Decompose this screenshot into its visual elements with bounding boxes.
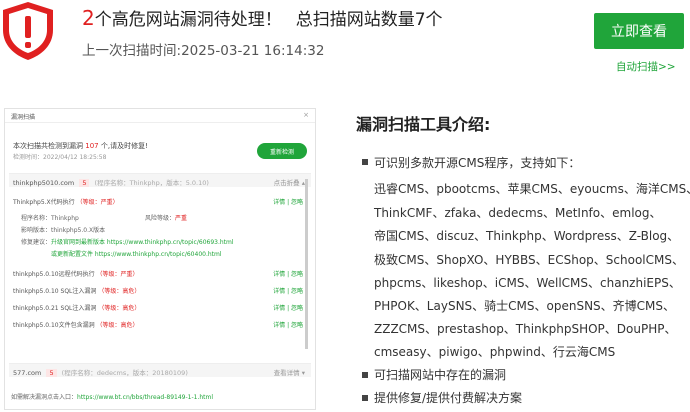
preview-date: 检测时间：2022/04/12 18:25:58 (13, 154, 107, 161)
vuln-name: thinkphp5.0.21 SQL注入漏洞 (13, 305, 97, 312)
vuln-row: thinkphp5.0.10文件包含漏洞 （等级：高危） 详情 | 忽略 (13, 320, 307, 329)
vuln-actions: 详情 | 忽略 (273, 322, 303, 329)
vuln-level: （等级：高危） (98, 305, 141, 312)
site-toggle: 点击折叠 ▴ (273, 179, 305, 187)
detail-value: 升级官网到最新版本 https://www.thinkphp.cn/topic/… (51, 239, 234, 246)
cms-line: 迅睿CMS、pbootcms、苹果CMS、eyoucms、海洋CMS、 (374, 182, 690, 196)
detail-value: 或更新配置文件 https://www.thinkphp.cn/topic/60… (51, 251, 222, 258)
detail-label: 影响版本： (21, 227, 52, 234)
intro-bullet: 可识别多款开源CMS程序，支持如下： (374, 156, 581, 170)
vuln-actions: 详情 | 忽略 (273, 288, 303, 295)
detail-value: 严重 (175, 215, 188, 222)
detail-version: 影响版本：thinkphp5.0.X版本 (21, 225, 105, 234)
risk-count: 2 (82, 6, 95, 30)
detail-fix-2: 或更新配置文件 https://www.thinkphp.cn/topic/60… (51, 249, 222, 258)
page-title: 2个高危网站漏洞待处理！ 总扫描网站数量7个 (82, 5, 443, 30)
preview-title: 漏洞扫描 (11, 114, 36, 121)
bullet-icon (362, 395, 368, 401)
cms-line: phpcms、likeshop、iCMS、WellCMS、chanzhiEPS、 (374, 276, 681, 290)
title-text: 个高危网站漏洞待处理！ (94, 10, 282, 30)
rescan-button: 重新检测 (257, 143, 307, 159)
preview-footer: 如需解决漏洞点击入口：https://www.bt.cn/bbs/thread-… (11, 392, 213, 401)
cms-line: ThinkCMF、zfaka、dedecms、MetInfo、emlog、 (374, 206, 662, 220)
site-toggle: 查看详情 ▾ (273, 369, 305, 377)
vuln-row: thinkphp5.0.10远程代码执行 （等级：严重） 详情 | 忽略 (13, 269, 307, 278)
vuln-name: thinkphp5.0.10远程代码执行 (13, 271, 95, 278)
scan-result-preview: 漏洞扫描 × 本次扫描共检测到漏洞 107 个,请及时修复! 检测时间：2022… (4, 108, 316, 410)
detail-fix: 修复建议：升级官网到最新版本 https://www.thinkphp.cn/t… (21, 237, 234, 246)
bullet-icon (362, 372, 368, 378)
last-scan-time: 上一次扫描时间:2025-03-21 16:14:32 (82, 39, 324, 59)
view-now-button[interactable]: 立即查看 (594, 13, 684, 49)
footer-prefix: 如需解决漏洞点击入口： (11, 394, 78, 401)
detail-label: 风险等级： (145, 215, 176, 222)
cms-line: 极致CMS、ShopXO、HYBBS、ECShop、SchoolCMS、 (374, 253, 684, 267)
summary-suffix: 个,请及时修复! (100, 142, 148, 150)
summary-prefix: 本次扫描共检测到漏洞 (13, 142, 83, 150)
vuln-level: （等级：严重） (96, 271, 139, 278)
auto-scan-link[interactable]: 自动扫描>> (616, 59, 676, 74)
site-vuln-count: 5 (46, 369, 57, 377)
vuln-name: Thinkphp5.X代码执行 (13, 199, 75, 206)
site-vuln-count: 5 (79, 179, 90, 187)
intro-bullet: 可扫描网站中存在的漏洞 (374, 368, 507, 382)
detail-value: thinkphp5.0.X版本 (51, 227, 106, 234)
intro-title: 漏洞扫描工具介绍: (356, 115, 491, 134)
vuln-name: thinkphp5.0.10 SQL注入漏洞 (13, 288, 97, 295)
summary-count: 107 (85, 142, 99, 150)
detail-label: 程序名称： (21, 215, 52, 222)
site-row: thinkphp5010.com 5 (程序名称：Thinkphp，版本：5.0… (9, 173, 311, 187)
cms-line: ZZZCMS、prestashop、ThinkphpSHOP、DouPHP、 (374, 322, 677, 336)
vuln-row: Thinkphp5.X代码执行 （等级：严重） 详情 | 忽略 (13, 197, 307, 206)
site-row: 577.com 5 (程序名称：dedecms，版本：20180109) 查看详… (9, 363, 311, 377)
vuln-actions: 详情 | 忽略 (273, 271, 303, 278)
detail-value: Thinkphp (51, 215, 79, 222)
last-scan-label: 上一次扫描时间: (82, 43, 182, 59)
cms-line: 帝国CMS、discuz、Thinkphp、Wordpress、Z-Blog、 (374, 229, 680, 243)
vuln-level: （等级：严重） (76, 199, 119, 206)
cms-line: cmseasy、piwigo、phpwind、行云海CMS (374, 345, 616, 359)
vuln-row: thinkphp5.0.21 SQL注入漏洞 （等级：高危） 详情 | 忽略 (13, 303, 307, 312)
vuln-level: （等级：高危） (98, 288, 141, 295)
site-name: thinkphp5010.com (13, 179, 75, 187)
bullet-icon (362, 159, 368, 165)
detail-label: 修复建议： (21, 239, 52, 246)
preview-scrollbar (305, 179, 308, 349)
last-scan-value: 2025-03-21 16:14:32 (181, 43, 325, 59)
vuln-name: thinkphp5.0.10文件包含漏洞 (13, 322, 95, 329)
site-meta: (程序名称：dedecms，版本：20180109) (61, 369, 188, 377)
shield-warning-icon (3, 2, 53, 60)
detail-risk: 风险等级：严重 (145, 213, 187, 222)
detail-program: 程序名称：Thinkphp (21, 213, 79, 222)
preview-header: 漏洞扫描 × (5, 109, 315, 123)
vuln-actions: 详情 | 忽略 (273, 305, 303, 312)
vuln-actions: 详情 | 忽略 (273, 199, 303, 206)
intro-bullet: 提供修复/提供付费解决方案 (374, 391, 523, 405)
vuln-level: （等级：高危） (96, 322, 139, 329)
cms-line: PHPOK、LaySNS、骑士CMS、openSNS、齐博CMS、 (374, 299, 676, 313)
vuln-row: thinkphp5.0.10 SQL注入漏洞 （等级：高危） 详情 | 忽略 (13, 286, 307, 295)
preview-summary: 本次扫描共检测到漏洞 107 个,请及时修复! (13, 141, 148, 151)
footer-link: https://www.bt.cn/bbs/thread-89149-1-1.h… (77, 394, 214, 401)
total-sites-text: 总扫描网站数量7个 (295, 10, 443, 30)
site-name: 577.com (13, 369, 42, 377)
close-icon: × (303, 111, 309, 119)
site-meta: (程序名称：Thinkphp，版本：5.0.10) (94, 179, 209, 187)
